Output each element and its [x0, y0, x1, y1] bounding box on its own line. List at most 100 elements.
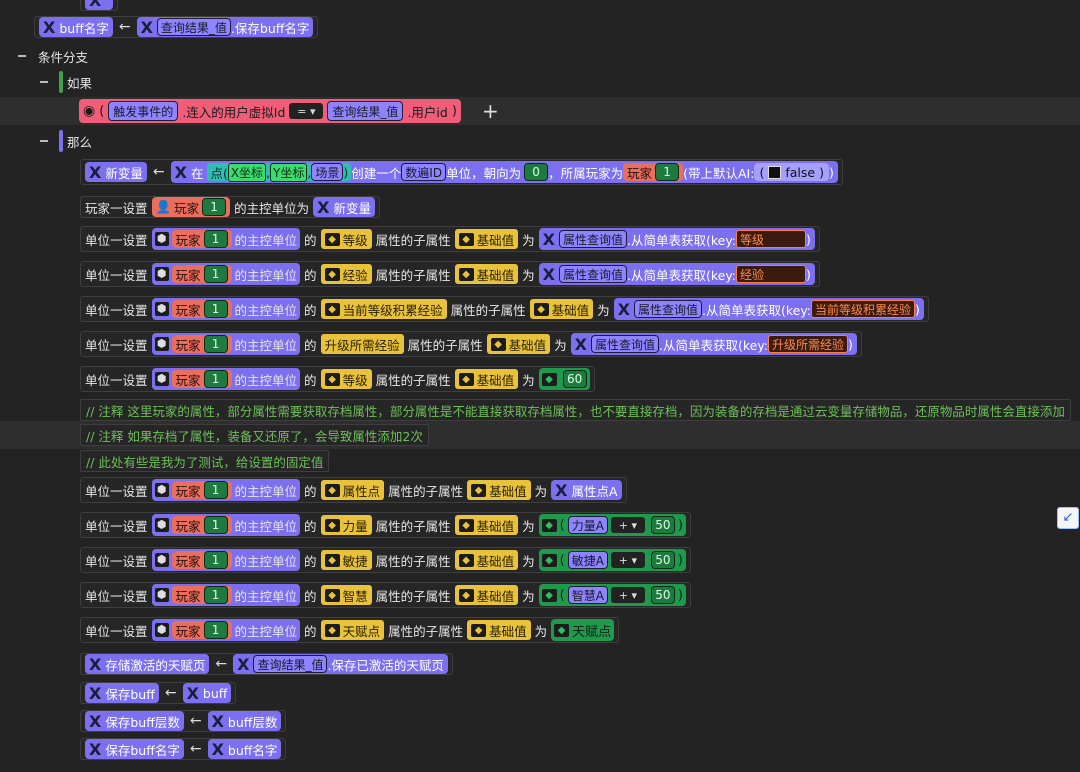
var-chip[interactable]: Xbuff — [182, 683, 232, 703]
assign-block[interactable]: X 存储激活的天赋页 ← X 查询结果_值 .保存已激活的天赋页 — [80, 653, 453, 675]
unit-set-block[interactable]: 单位一设置 ⬢ 玩家 1 的主控单位 的 ◆ 经验 属性的子属性 ◆ 基础值 为 X 属性查… — [80, 261, 820, 287]
assign-block[interactable]: X 保存buff ← Xbuff — [80, 682, 237, 704]
var-chip[interactable]: X 属性点A — [551, 480, 622, 500]
talent-value-chip[interactable]: ◆ 天赋点 — [551, 619, 615, 641]
key-string[interactable]: 当前等级积累经验 — [811, 300, 916, 318]
player-chip[interactable]: 玩家 1 — [171, 481, 232, 499]
base-value-chip[interactable]: ◆ 基础值 — [529, 299, 594, 319]
attr-query-pill[interactable]: 属性查询值 — [633, 300, 702, 318]
number-value[interactable]: 50 — [650, 586, 675, 604]
branch-label[interactable]: 条件分支 — [38, 47, 88, 66]
unit-expr[interactable]: ⬢ 玩家 1 的主控单位 — [151, 368, 301, 390]
scene-pill[interactable]: 场景 — [311, 163, 344, 181]
player-number[interactable]: 1 — [203, 551, 228, 569]
unit-set-block[interactable]: 单位一设置 ⬢ 玩家 1 的主控单位 的 ◆ 等级 属性的子属性 ◆ 基础值 为 ◆ 60 — [80, 366, 595, 392]
player-number[interactable]: 1 — [655, 163, 680, 181]
condition-expression[interactable]: ◉ ( 触发事件的 .连入的用户虚拟Id = ▾ 查询结果_值 .用户id ) — [79, 99, 461, 123]
unit-expr[interactable]: ⬢ 玩家 1 的主控单位 — [151, 584, 301, 606]
number-value[interactable]: 60 — [562, 370, 587, 388]
method-chip[interactable]: X 查询结果_值 .保存buff名字 — [136, 17, 314, 37]
key-string[interactable]: 等级 — [736, 230, 807, 248]
unit-expr[interactable]: ⬢ 玩家 1 的主控单位 — [151, 479, 301, 501]
source-pill[interactable]: 查询结果_值 — [253, 655, 328, 673]
x-coord-pill[interactable]: X坐标 — [227, 162, 267, 182]
base-value-chip[interactable]: ◆ 基础值 — [454, 264, 519, 284]
base-value-chip[interactable]: ◆ 基础值 — [454, 515, 519, 535]
key-string[interactable]: 升级所需经验 — [768, 335, 849, 353]
player-number[interactable]: 1 — [203, 516, 228, 534]
query-result-pill[interactable]: 查询结果_值 — [327, 101, 404, 121]
player-number[interactable]: 1 — [203, 481, 228, 499]
unit-set-block[interactable]: 单位一设置 ⬢ 玩家 1 的主控单位 的 ◆ 等级 属性的子属性 ◆ 基础值 为 X 属性查… — [80, 226, 820, 252]
var-chip[interactable]: X 保存buff — [85, 683, 159, 703]
player-chip[interactable]: 玩家 1 — [171, 370, 232, 388]
table-get-call[interactable]: X 属性查询值 .从简单表获取(key: 当前等级积累经验) — [613, 298, 924, 320]
if-label[interactable]: 如果 — [67, 73, 92, 92]
attribute-chip[interactable]: ◆ 力量 — [320, 515, 372, 535]
var-pill[interactable]: 力量A — [567, 516, 608, 534]
math-op-select[interactable]: + ▾ — [610, 517, 645, 533]
player-chip[interactable]: 👤 玩家 1 — [151, 197, 231, 217]
unit-expr[interactable]: ⬢ 玩家 1 的主控单位 — [151, 549, 301, 571]
math-expr[interactable]: ◆(智慧A + ▾ 50) — [538, 584, 686, 606]
method-chip[interactable]: X 查询结果_值 .保存已激活的天赋页 — [233, 654, 448, 674]
unit-set-block[interactable]: 单位一设置 ⬢ 玩家 1 的主控单位 的 ◆ 当前等级积累经验 属性的子属性 ◆ 基础值 … — [80, 296, 929, 322]
math-op-select[interactable]: + ▾ — [610, 552, 645, 568]
attribute-chip[interactable]: ◆ 等级 — [320, 229, 372, 249]
attribute-chip[interactable]: ◆ 当前等级积累经验 — [320, 299, 447, 319]
player-number[interactable]: 1 — [203, 265, 228, 283]
compare-op-select[interactable]: = ▾ — [289, 103, 324, 119]
table-get-call[interactable]: X 属性查询值 .从简单表获取(key: 升级所需经验) — [570, 333, 857, 355]
var-chip[interactable]: Xbuff层数 — [207, 711, 282, 731]
comment-block[interactable]: // 此处有些是我为了测试，给设置的固定值 — [80, 450, 330, 472]
assign-block[interactable]: X 保存buff名字 ← Xbuff名字 — [80, 738, 287, 760]
base-value-chip[interactable]: ◆ 基础值 — [454, 550, 519, 570]
attribute-chip[interactable]: ◆ 智慧 — [320, 585, 372, 605]
angle-value[interactable]: 0 — [524, 163, 549, 181]
create-unit-call[interactable]: X 在 点( X坐标, Y坐标, 场景) 创建一个 数遍ID 单位，朝向为 0 … — [170, 161, 838, 183]
player-chip[interactable]: 玩家 1 — [171, 621, 232, 639]
collapse-icon[interactable] — [40, 140, 48, 142]
unit-set-block[interactable]: 单位一设置 ⬢ 玩家 1 的主控单位 的 升级所需经验 属性的子属性 ◆ 基础值 为 X… — [80, 331, 862, 357]
var-chip[interactable]: Xbuff名字 — [39, 17, 113, 37]
player-chip[interactable]: 玩家 1 — [171, 265, 232, 283]
comment-block[interactable]: // 注释 如果存档了属性，装备又还原了，会导致属性添加2次 — [80, 424, 429, 446]
clipped-var[interactable]: X — [85, 0, 114, 10]
player-chip[interactable]: 玩家 1 — [171, 516, 232, 534]
unit-expr[interactable]: ⬢ 玩家 1 的主控单位 — [151, 228, 301, 250]
source-pill[interactable]: 查询结果_值 — [156, 18, 231, 36]
unit-expr[interactable]: ⬢ 玩家 1 的主控单位 — [151, 263, 301, 285]
var-chip[interactable]: X 存储激活的天赋页 — [85, 654, 210, 674]
collapse-icon[interactable] — [18, 55, 26, 57]
player-chip[interactable]: 玩家 1 — [171, 551, 232, 569]
var-chip[interactable]: X 保存buff层数 — [85, 711, 184, 731]
math-expr[interactable]: ◆(敏捷A + ▾ 50) — [538, 549, 686, 571]
unit-set-block[interactable]: 单位一设置 ⬢ 玩家 1 的主控单位 的 ◆ 智慧 属性的子属性 ◆ 基础值 为 ◆(智慧… — [80, 582, 691, 608]
table-get-call[interactable]: X 属性查询值 .从简单表获取(key: 经验) — [538, 263, 815, 285]
assign-block[interactable]: X 保存buff层数 ← Xbuff层数 — [80, 710, 287, 732]
attr-query-pill[interactable]: 属性查询值 — [558, 265, 627, 283]
num-id-pill[interactable]: 数遍ID — [401, 163, 447, 181]
unit-set-block[interactable]: 单位一设置 ⬢ 玩家 1 的主控单位 的 ◆ 敏捷 属性的子属性 ◆ 基础值 为 ◆(敏捷… — [80, 547, 691, 573]
var-pill[interactable]: 敏捷A — [567, 551, 608, 569]
point-expr[interactable]: 点( X坐标, Y坐标, 场景) — [207, 162, 352, 182]
base-value-chip[interactable]: ◆ 基础值 — [467, 480, 531, 500]
player-chip[interactable]: 玩家 1 — [171, 300, 232, 318]
number-value[interactable]: 50 — [650, 516, 675, 534]
base-value-chip[interactable]: ◆ 基础值 — [454, 369, 519, 389]
number-value-chip[interactable]: ◆ 60 — [538, 368, 590, 390]
table-get-call[interactable]: X 属性查询值 .从简单表获取(key: 等级) — [538, 228, 815, 250]
var-chip[interactable]: X 新变量 — [85, 162, 147, 182]
ai-bool[interactable]: (false) — [754, 163, 829, 181]
attribute-chip[interactable]: 升级所需经验 — [320, 334, 404, 354]
unit-set-block[interactable]: 单位一设置 ⬢ 玩家 1 的主控单位 的 ◆ 力量 属性的子属性 ◆ 基础值 为 ◆(力量… — [80, 512, 691, 538]
player-number[interactable]: 1 — [203, 621, 228, 639]
key-string[interactable]: 经验 — [736, 265, 807, 283]
player-number[interactable]: 1 — [202, 198, 227, 216]
assign-block[interactable]: Xbuff名字 ← X 查询结果_值 .保存buff名字 — [34, 16, 319, 38]
attribute-chip[interactable]: ◆ 天赋点 — [320, 620, 385, 640]
eye-icon[interactable]: ◉ — [83, 103, 95, 119]
y-coord-pill[interactable]: Y坐标 — [270, 162, 308, 182]
player-chip[interactable]: 玩家 1 — [623, 163, 684, 181]
unit-set-block[interactable]: 单位一设置 ⬢ 玩家 1 的主控单位 的 ◆ 属性点 属性的子属性 ◆ 基础值 为 X 属性… — [80, 477, 627, 503]
